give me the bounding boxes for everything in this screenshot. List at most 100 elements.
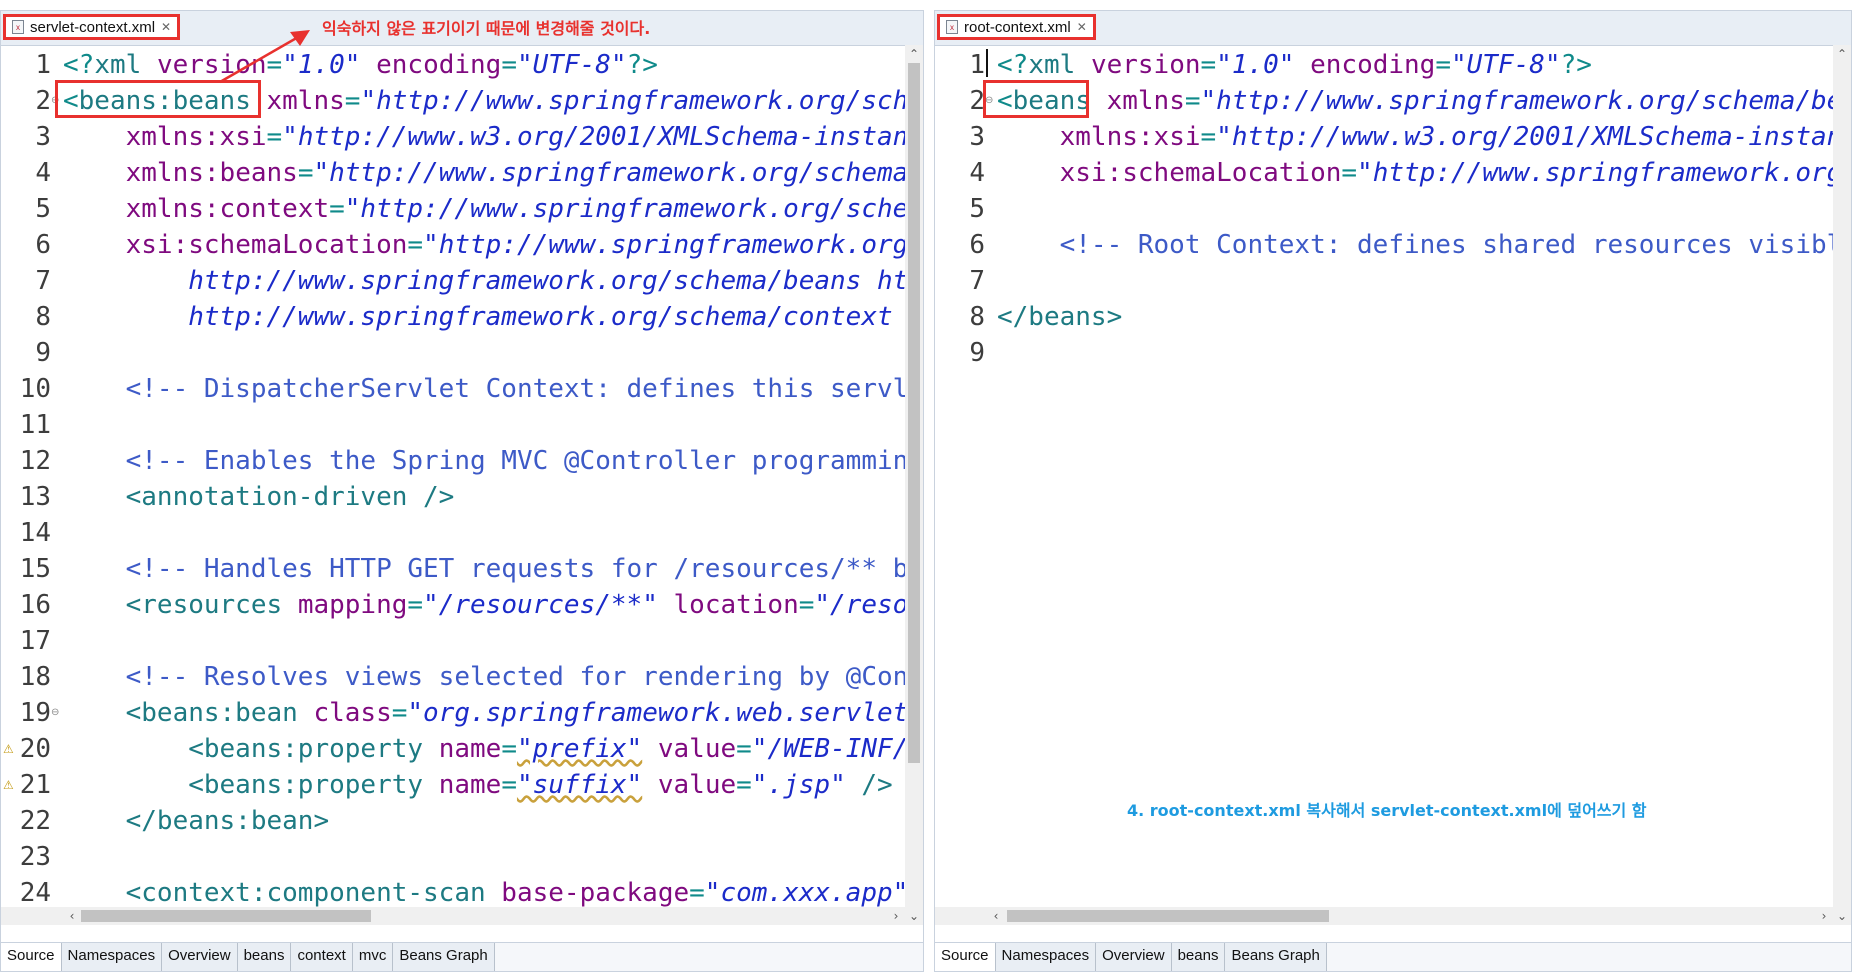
code-token: xmlns:context xyxy=(125,194,330,224)
scroll-down-icon[interactable]: ⌄ xyxy=(1833,907,1851,925)
code-token: "/WEB-INF/views/" xyxy=(751,734,923,764)
code-token: <annotation-driven /> xyxy=(63,482,455,512)
code-token: <!-- Handles HTTP GET requests for /reso… xyxy=(125,554,923,584)
code-token: <!-- Resolves views selected for renderi… xyxy=(125,662,923,692)
code-token: ?> xyxy=(1560,50,1592,80)
left-code-area[interactable]: 1 2 ⊖ 3 4 5 6 7 8 9 10 11 12 13 14 15 16 17 18 19 ⊖ 20 ⚠ 21 ⚠ 22 2… xyxy=(1,45,923,925)
code-line: <!-- Root Context: defines shared resour… xyxy=(997,227,1851,263)
code-token: = xyxy=(501,734,517,764)
code-token: = xyxy=(736,770,752,800)
line-number-gutter: 1 2 ⊖ 3 4 5 6 7 8 9 xyxy=(935,45,993,925)
page-tab-beans[interactable]: beans xyxy=(1171,943,1226,971)
code-token: = xyxy=(689,878,705,908)
code-token: = xyxy=(407,230,424,260)
code-token: = xyxy=(501,50,517,80)
line-number: 3 xyxy=(35,122,51,152)
line-number: 2 xyxy=(35,86,51,116)
page-tab-beans[interactable]: beans xyxy=(237,943,292,971)
scrollbar-thumb[interactable] xyxy=(1007,910,1329,922)
code-token: "http://www.springframework.org/schema/m… xyxy=(423,230,923,260)
code-token: "prefix" xyxy=(516,734,643,764)
line-number: 9 xyxy=(969,338,985,368)
page-tab-mvc[interactable]: mvc xyxy=(352,943,394,971)
code-token: encoding xyxy=(376,50,502,80)
code-token: xsi:schemaLocation xyxy=(125,230,408,260)
code-token: name xyxy=(438,734,502,764)
line-number: 6 xyxy=(35,230,51,260)
scrollbar-thumb[interactable] xyxy=(81,910,371,922)
close-icon[interactable]: ✕ xyxy=(1077,20,1087,34)
code-line: xmlns:xsi="http://www.w3.org/2001/XMLSch… xyxy=(997,119,1851,155)
line-number: 4 xyxy=(969,158,985,188)
line-number: 8 xyxy=(35,302,51,332)
code-token: "UTF-8" xyxy=(1451,50,1561,80)
code-token: <beans:property xyxy=(63,770,439,800)
fold-collapse-icon[interactable]: ⊖ xyxy=(51,695,59,731)
code-token: <!-- DispatcherServlet Context: defines … xyxy=(125,374,923,404)
page-tab-beans-graph[interactable]: Beans Graph xyxy=(1225,943,1327,971)
right-editor-pane: x root-context.xml ✕ 1 2 ⊖ 3 4 5 6 7 8 9 <?xml ve… xyxy=(934,10,1852,972)
code-token: <? xyxy=(997,50,1029,80)
page-tab-context[interactable]: context xyxy=(291,943,353,971)
code-token: "org.springframework.web.servlet.view.In… xyxy=(407,698,923,728)
scrollbar-thumb[interactable] xyxy=(908,63,920,763)
text-cursor xyxy=(986,49,988,77)
code-line: xsi:schemaLocation="http://www.springfra… xyxy=(63,227,923,263)
code-token: "http://www.w3.org/2001/XMLSchema-instan… xyxy=(1216,122,1851,152)
scroll-up-icon[interactable]: ⌃ xyxy=(1833,45,1851,63)
code-token: = xyxy=(329,194,345,224)
tab-servlet-context[interactable]: x servlet-context.xml ✕ xyxy=(3,14,181,40)
xml-file-icon: x xyxy=(12,20,24,34)
page-tab-namespaces[interactable]: Namespaces xyxy=(61,943,163,971)
horizontal-scrollbar[interactable]: ‹ › xyxy=(1,907,905,925)
code-token: = xyxy=(1341,158,1358,188)
close-icon[interactable]: ✕ xyxy=(161,20,171,34)
code-line: xsi:schemaLocation="http://www.springfra… xyxy=(997,155,1851,191)
warning-marker-icon[interactable]: ⚠ xyxy=(3,731,14,767)
scroll-up-icon[interactable]: ⌃ xyxy=(905,45,923,63)
line-number: 15 xyxy=(19,554,51,584)
code-line: xmlns:context="http://www.springframewor… xyxy=(63,191,923,227)
line-number: 11 xyxy=(19,410,51,440)
code-token: "1.0" xyxy=(1216,50,1295,80)
code-line: <context:component-scan base-package="co… xyxy=(63,875,923,911)
page-tab-overview[interactable]: Overview xyxy=(1096,943,1172,971)
scroll-down-icon[interactable]: ⌄ xyxy=(905,907,923,925)
scroll-right-icon[interactable]: › xyxy=(887,907,905,925)
vertical-scrollbar[interactable]: ⌃ ⌄ xyxy=(1833,45,1851,925)
line-number-gutter: 1 2 ⊖ 3 4 5 6 7 8 9 10 11 12 13 14 15 16 17 18 19 ⊖ 20 ⚠ 21 ⚠ 22 2… xyxy=(1,45,59,925)
scroll-left-icon[interactable]: ‹ xyxy=(987,907,1005,925)
line-number: 2 xyxy=(969,86,985,116)
line-number: 13 xyxy=(19,482,51,512)
code-token: xmlns xyxy=(1106,86,1185,116)
page-tab-overview[interactable]: Overview xyxy=(162,943,238,971)
right-editor-tabstrip: x root-context.xml ✕ xyxy=(935,11,1851,46)
horizontal-scrollbar[interactable]: ‹ › xyxy=(935,907,1833,925)
page-tab-source[interactable]: Source xyxy=(1,943,62,971)
code-token: http://www.springframework.org/schema/co… xyxy=(188,302,923,332)
editor-page-tabs: Source Namespaces Overview beans context mvc B… xyxy=(1,942,923,971)
page-tab-source[interactable]: Source xyxy=(935,943,996,971)
code-token: <context:component-scan xyxy=(63,878,502,908)
line-number: 19 xyxy=(19,698,51,728)
page-tab-namespaces[interactable]: Namespaces xyxy=(995,943,1097,971)
code-line: <beans:property name="suffix" value=".js… xyxy=(63,767,892,803)
scroll-left-icon[interactable]: ‹ xyxy=(63,907,81,925)
code-token: xml xyxy=(94,50,157,80)
warning-marker-icon[interactable]: ⚠ xyxy=(3,767,14,803)
left-editor-pane: x servlet-context.xml ✕ 1 2 ⊖ 3 4 5 6 7 8 9 10 11 12… xyxy=(0,10,924,972)
line-number: 23 xyxy=(19,842,51,872)
right-code-area[interactable]: 1 2 ⊖ 3 4 5 6 7 8 9 <?xml version="1.0" encoding=… xyxy=(935,45,1851,925)
code-token: xmlns:xsi xyxy=(125,122,267,152)
page-tab-beans-graph[interactable]: Beans Graph xyxy=(393,943,495,971)
code-token: encoding xyxy=(1310,50,1436,80)
code-line: <beans xmlns="http://www.springframework… xyxy=(997,83,1851,119)
code-token: xml xyxy=(1028,50,1091,80)
line-number: 14 xyxy=(19,518,51,548)
vertical-scrollbar[interactable]: ⌃ ⌄ xyxy=(905,45,923,925)
scroll-right-icon[interactable]: › xyxy=(1815,907,1833,925)
tab-root-context[interactable]: x root-context.xml ✕ xyxy=(937,14,1096,40)
